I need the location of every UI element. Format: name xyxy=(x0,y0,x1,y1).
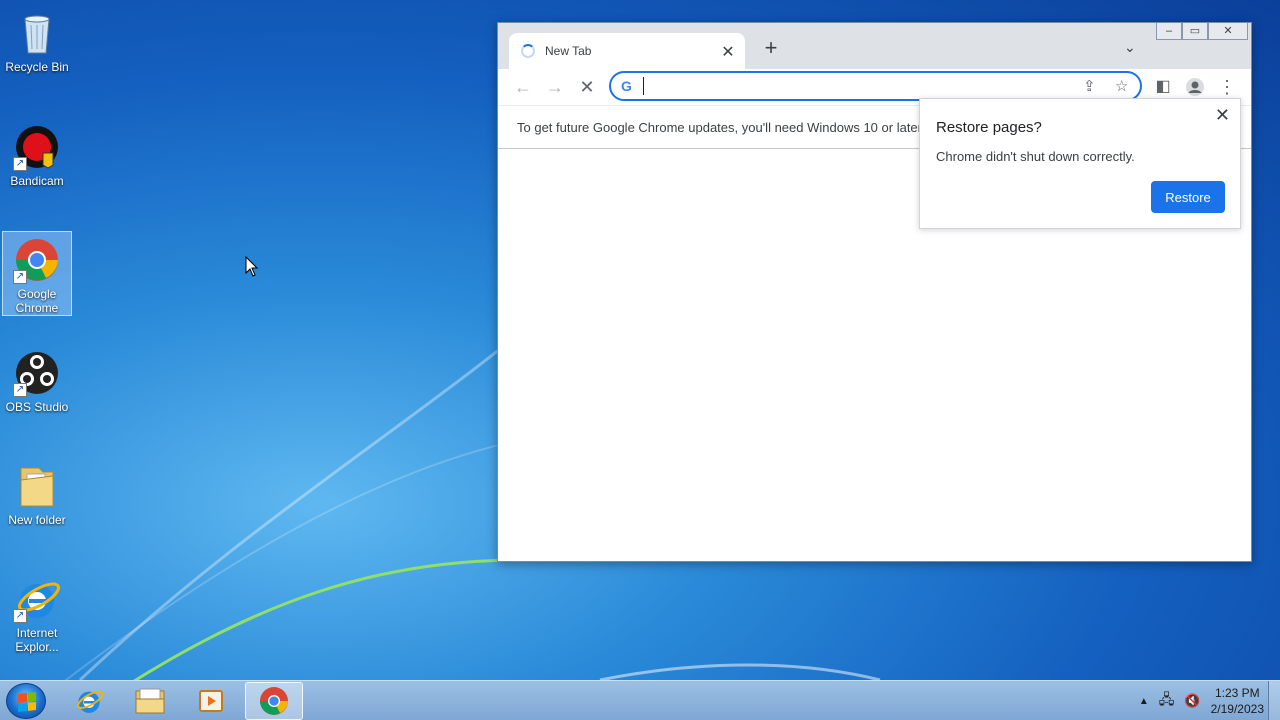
tab-search-chevron-icon[interactable]: ⌄ xyxy=(1124,39,1136,56)
shortcut-arrow-icon: ↗ xyxy=(13,383,27,397)
restore-button[interactable]: Restore xyxy=(1151,181,1225,213)
address-input[interactable] xyxy=(643,77,1063,95)
taskbar-file-explorer[interactable] xyxy=(121,682,179,720)
bandicam-icon: ↗ xyxy=(13,123,61,171)
windows-logo-icon xyxy=(18,692,36,712)
chrome-icon xyxy=(260,687,288,715)
show-hidden-icons-icon[interactable]: ▲ xyxy=(1139,696,1149,707)
clock-date: 2/19/2023 xyxy=(1210,702,1264,716)
profile-avatar-icon[interactable] xyxy=(1183,75,1207,99)
recycle-bin-icon xyxy=(13,9,61,57)
back-arrow-icon[interactable]: ← xyxy=(511,75,535,99)
infobar-message: To get future Google Chrome updates, you… xyxy=(517,120,925,135)
forward-arrow-icon[interactable]: → xyxy=(543,75,567,99)
desktop-icon-bandicam[interactable]: ↗ Bandicam xyxy=(2,118,72,202)
mouse-cursor-icon xyxy=(245,256,259,277)
desktop-icon-label: New folder xyxy=(8,513,66,527)
obs-icon: ↗ xyxy=(13,349,61,397)
desktop-icon-obs-studio[interactable]: ↗ OBS Studio xyxy=(2,344,72,428)
internet-explorer-icon: ↗ xyxy=(13,575,61,623)
window-controls: – ▭ ✕ xyxy=(1156,23,1248,41)
chrome-menu-icon[interactable]: ⋮ xyxy=(1215,75,1239,99)
tab-title: New Tab xyxy=(545,44,592,58)
close-window-icon[interactable]: ✕ xyxy=(1208,23,1248,40)
side-panel-icon[interactable]: ◧ xyxy=(1151,75,1175,99)
google-g-icon: G xyxy=(621,78,632,94)
bubble-message: Chrome didn't shut down correctly. xyxy=(936,149,1135,164)
start-button[interactable] xyxy=(6,683,46,719)
shortcut-arrow-icon: ↗ xyxy=(13,609,27,623)
loading-spinner-icon xyxy=(521,44,535,58)
desktop-icon-label: Bandicam xyxy=(10,174,64,188)
shortcut-arrow-icon: ↗ xyxy=(13,270,27,284)
taskbar-internet-explorer[interactable] xyxy=(60,682,118,720)
desktop-icon-internet-explorer[interactable]: ↗ Internet Explor... xyxy=(2,570,72,656)
desktop-icon-label: OBS Studio xyxy=(5,400,69,414)
desktop-icon-new-folder[interactable]: New folder xyxy=(2,457,72,541)
bubble-title: Restore pages? xyxy=(936,119,1042,136)
bubble-close-icon[interactable]: ✕ xyxy=(1215,105,1230,126)
desktop-icon-label: Internet Explor... xyxy=(15,626,59,654)
minimize-icon[interactable]: – xyxy=(1156,23,1182,40)
shortcut-arrow-icon: ↗ xyxy=(13,157,27,171)
network-icon[interactable]: 🖧 xyxy=(1159,689,1175,713)
media-player-icon xyxy=(199,690,223,712)
clock-time: 1:23 PM xyxy=(1214,686,1260,700)
desktop-icon-recycle-bin[interactable]: Recycle Bin xyxy=(2,4,72,88)
bookmark-star-icon[interactable]: ☆ xyxy=(1115,77,1128,95)
system-tray: ▲ 🖧 🔇 1:23 PM 2/19/2023 xyxy=(1139,681,1264,720)
share-icon[interactable]: ⇪ xyxy=(1083,77,1096,95)
restore-pages-bubble: Restore pages? Chrome didn't shut down c… xyxy=(919,98,1241,229)
chrome-icon: ↗ xyxy=(13,236,61,284)
maximize-icon[interactable]: ▭ xyxy=(1182,23,1208,40)
taskbar-media-player[interactable] xyxy=(182,682,240,720)
tab-new-tab[interactable]: New Tab ✕ xyxy=(509,33,745,69)
show-desktop-button[interactable] xyxy=(1268,681,1280,720)
taskbar: ▲ 🖧 🔇 1:23 PM 2/19/2023 xyxy=(0,680,1280,720)
folder-icon xyxy=(13,462,61,510)
tab-strip: New Tab ✕ + ⌄ – ▭ ✕ xyxy=(498,23,1251,69)
desktop-icon-label: Recycle Bin xyxy=(5,60,69,74)
stop-loading-icon[interactable]: ✕ xyxy=(575,75,599,99)
internet-explorer-icon xyxy=(77,690,104,713)
new-tab-plus-icon[interactable]: + xyxy=(760,37,782,59)
volume-muted-icon[interactable]: 🔇 xyxy=(1184,693,1200,709)
address-bar[interactable]: G ⇪ ☆ xyxy=(609,71,1142,101)
desktop-icon-label: Google Chrome xyxy=(15,287,59,315)
clock[interactable]: 1:23 PM 2/19/2023 xyxy=(1211,685,1264,717)
taskbar-google-chrome[interactable] xyxy=(245,682,303,720)
file-explorer-icon xyxy=(135,688,165,714)
desktop-icon-google-chrome[interactable]: ↗ Google Chrome xyxy=(2,231,72,316)
tab-close-icon[interactable]: ✕ xyxy=(719,42,737,62)
